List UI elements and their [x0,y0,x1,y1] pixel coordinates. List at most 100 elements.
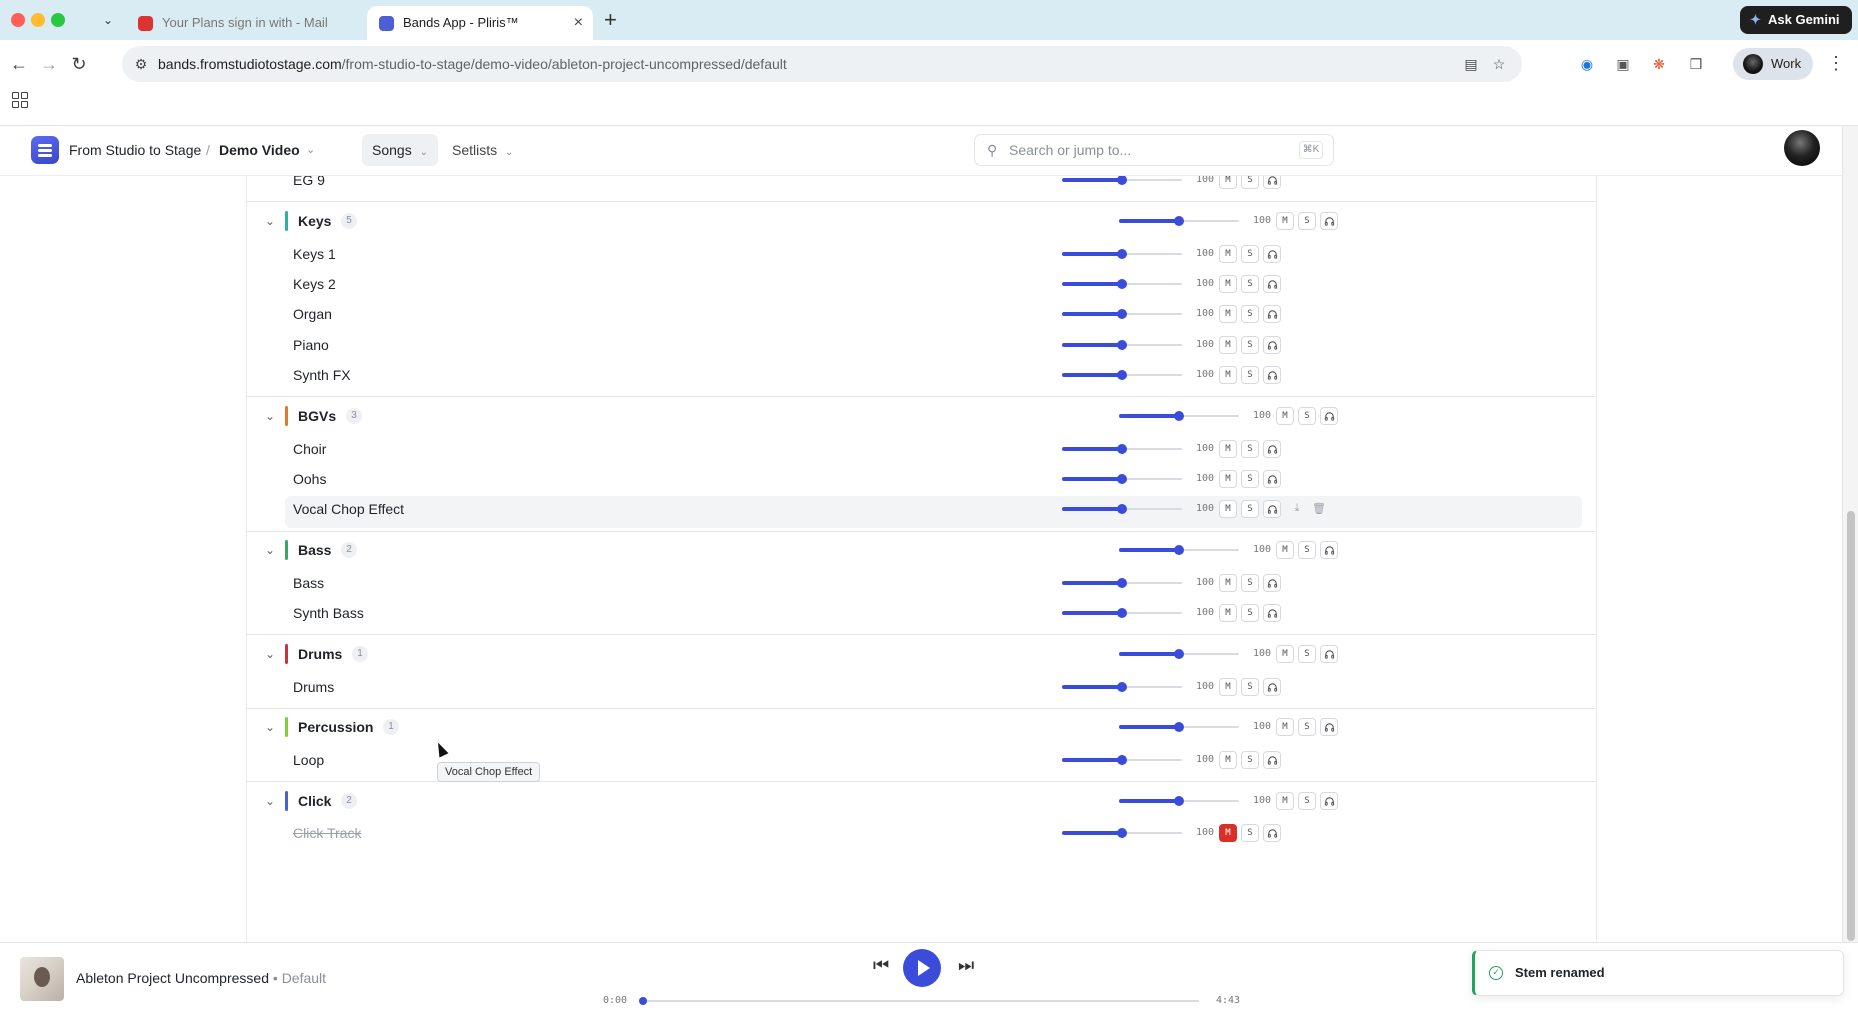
password-extension-icon[interactable]: ◉ [1578,55,1596,73]
playback-scrubber[interactable] [639,997,647,1005]
volume-slider[interactable] [1062,576,1182,590]
volume-slider[interactable] [1062,338,1182,352]
mute-button[interactable]: M [1276,644,1294,663]
volume-slider[interactable] [1119,543,1239,557]
browser-menu-icon[interactable]: ⋮ [1827,53,1845,74]
stem-row[interactable]: Synth Bass 100 M S [247,598,1596,628]
mute-button[interactable]: M [1219,439,1237,458]
slider-knob[interactable] [1117,309,1127,320]
solo-button[interactable]: S [1241,244,1259,263]
stem-name[interactable]: Click Track [293,825,361,841]
chevron-down-icon[interactable]: ⌄ [263,409,277,423]
scrollbar-thumb[interactable] [1847,511,1855,941]
tab-songs[interactable]: Songs ⌄ [362,134,438,166]
headphones-monitor-button[interactable] [1263,305,1281,324]
minimize-window-icon[interactable] [31,13,45,27]
solo-button[interactable]: S [1241,335,1259,354]
ask-gemini-button[interactable]: ✦ Ask Gemini [1740,6,1852,34]
volume-slider[interactable] [1119,214,1239,228]
mute-button[interactable]: M [1219,750,1237,769]
project-chevron-down-icon[interactable]: ⌄ [306,126,315,174]
mute-button[interactable]: M [1219,604,1237,623]
stem-row[interactable]: Click Track 100 M S [247,818,1596,848]
trash-icon[interactable]: 🗑 [1312,502,1326,515]
stem-group-row[interactable]: ⌄ Drums 1 100 M S [247,634,1596,671]
stem-name[interactable]: Oohs [293,471,326,487]
headphones-monitor-button[interactable] [1263,176,1281,190]
headphones-monitor-button[interactable] [1263,750,1281,769]
chevron-down-icon[interactable]: ⌄ [263,794,277,808]
volume-slider[interactable] [1062,176,1182,187]
solo-button[interactable]: S [1298,541,1316,560]
slider-knob[interactable] [1117,278,1127,289]
headphones-monitor-button[interactable] [1263,366,1281,385]
browser-tab-inactive[interactable]: Your Plans sign in with - Mail [126,6,361,40]
app-logo-icon[interactable] [31,136,59,164]
mute-button[interactable]: M [1219,469,1237,488]
mute-button[interactable]: M [1219,176,1237,190]
solo-button[interactable]: S [1241,824,1259,843]
solo-button[interactable]: S [1241,469,1259,488]
profile-button[interactable]: Work [1733,48,1813,80]
headphones-monitor-button[interactable] [1320,718,1338,737]
slider-knob[interactable] [1117,608,1127,619]
stem-name[interactable]: EG 9 [293,176,325,188]
mute-button[interactable]: M [1219,500,1237,519]
forward-arrow-icon[interactable]: → [38,53,60,75]
volume-slider[interactable] [1062,472,1182,486]
stem-name[interactable]: Keys 2 [293,276,336,292]
breadcrumb-project[interactable]: Demo Video [219,126,300,174]
slider-knob[interactable] [1117,443,1127,454]
solo-button[interactable]: S [1241,176,1259,190]
stem-name[interactable]: Choir [293,441,326,457]
solo-button[interactable]: S [1241,366,1259,385]
headphones-monitor-button[interactable] [1263,677,1281,696]
volume-slider[interactable] [1062,606,1182,620]
mute-button[interactable]: M [1219,573,1237,592]
stem-name[interactable]: Loop [293,752,324,768]
stem-name[interactable]: Keys 1 [293,246,336,262]
chevron-down-icon[interactable]: ⌄ [263,720,277,734]
slider-knob[interactable] [1117,473,1127,484]
mute-button[interactable]: M [1276,406,1294,425]
volume-slider[interactable] [1119,794,1239,808]
address-bar[interactable]: ⚙ bands.fromstudiotostage.com/from-studi… [122,46,1522,82]
mute-button[interactable]: M [1219,244,1237,263]
mute-button[interactable]: M [1276,791,1294,810]
slider-knob[interactable] [1117,754,1127,765]
breadcrumb-workspace[interactable]: From Studio to Stage [69,126,201,174]
solo-button[interactable]: S [1241,750,1259,769]
mute-button[interactable]: M [1219,366,1237,385]
stem-row[interactable]: Organ 100 M S [247,299,1596,329]
stem-group-row[interactable]: ⌄ Click 2 100 M S [247,781,1596,818]
extensions-puzzle-icon[interactable]: ❒ [1687,55,1705,73]
slider-knob[interactable] [1174,648,1184,659]
solo-button[interactable]: S [1241,604,1259,623]
slider-knob[interactable] [1174,215,1184,226]
stem-row[interactable]: Piano 100 M S [247,330,1596,360]
slider-knob[interactable] [1117,504,1127,515]
slider-knob[interactable] [1117,248,1127,259]
slider-knob[interactable] [1117,339,1127,350]
slider-knob[interactable] [1117,176,1127,186]
stem-row[interactable]: Vocal Chop Effect 100 M S ⤓ 🗑 [247,494,1596,529]
mute-button[interactable]: M [1276,211,1294,230]
headphones-monitor-button[interactable] [1320,541,1338,560]
headphones-monitor-button[interactable] [1320,406,1338,425]
stem-row[interactable]: Choir 100 M S [247,433,1596,463]
volume-slider[interactable] [1062,826,1182,840]
volume-slider[interactable] [1062,277,1182,291]
stem-group-row[interactable]: ⌄ Percussion 1 100 M S [247,707,1596,745]
slider-knob[interactable] [1174,722,1184,733]
mute-button[interactable]: M [1219,274,1237,293]
solo-button[interactable]: S [1241,677,1259,696]
solo-button[interactable]: S [1241,274,1259,293]
stem-group-row[interactable]: ⌄ BGVs 3 100 M S [247,396,1596,433]
solo-button[interactable]: S [1298,644,1316,663]
stem-group-row[interactable]: ⌄ Bass 2 100 M S [247,530,1596,568]
stem-name[interactable]: Vocal Chop Effect [293,501,404,517]
stem-row[interactable]: Bass 100 M S [247,568,1596,598]
stem-row[interactable]: Keys 1 100 M S [247,238,1596,268]
volume-slider[interactable] [1062,307,1182,321]
solo-button[interactable]: S [1241,573,1259,592]
